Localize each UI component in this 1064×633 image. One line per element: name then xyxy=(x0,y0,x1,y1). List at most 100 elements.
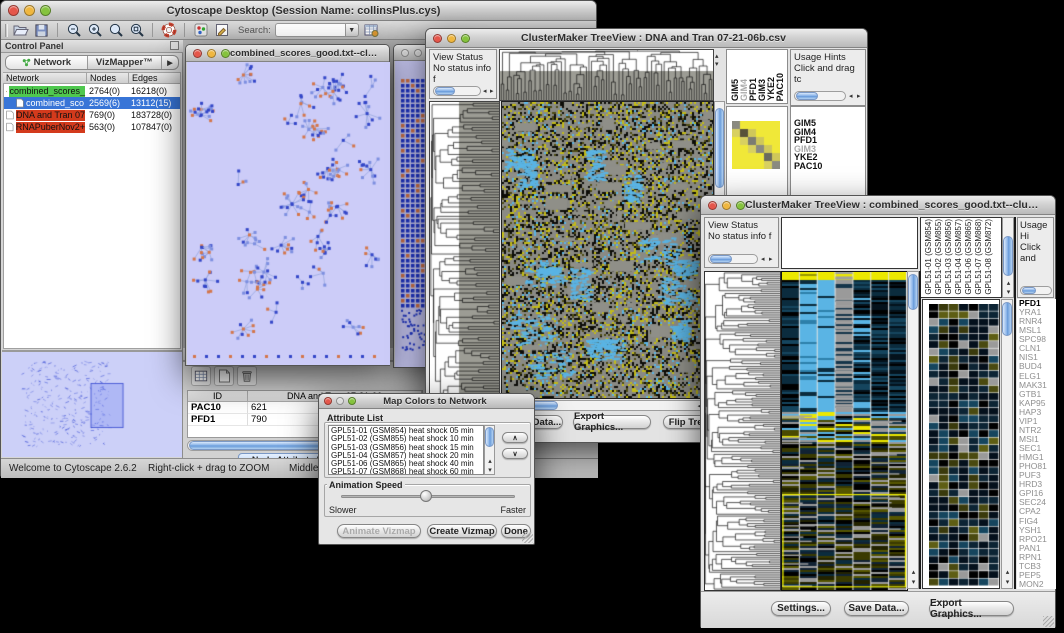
attribute-list-scrollbar[interactable]: ▴ ▾ xyxy=(484,425,495,475)
column-label[interactable]: GIM5 xyxy=(730,79,739,101)
heatmap-canvas[interactable] xyxy=(501,101,714,399)
column-label[interactable]: GPL51-07 (GSM868) xyxy=(974,219,984,295)
network-row-rnapuber[interactable]: RNAPuberNov2+ 563(0) 107847(0) xyxy=(4,121,180,133)
col-nodes[interactable]: Nodes xyxy=(87,72,129,84)
zoom-heatmap-canvas[interactable] xyxy=(929,304,999,586)
vizmap-icon[interactable] xyxy=(192,22,209,39)
zoom-button[interactable] xyxy=(348,397,356,405)
birdseye-canvas[interactable] xyxy=(2,352,180,457)
network-row-combined-scores[interactable]: combined_scores_ 2764(0) 16218(0) xyxy=(4,85,180,97)
column-label[interactable]: GPL51-08 (GSM872) xyxy=(984,219,994,295)
scroll-thumb[interactable] xyxy=(908,274,918,310)
help-lifering-icon[interactable] xyxy=(160,22,177,39)
scroll-up-arrow[interactable]: ▴ xyxy=(486,458,494,465)
scroll-right-arrow[interactable]: ▸ xyxy=(769,256,773,263)
scroll-down-arrow[interactable]: ▾ xyxy=(1003,579,1012,586)
open-file-icon[interactable] xyxy=(12,22,29,39)
close-button[interactable] xyxy=(708,201,717,210)
scroll-right-arrow[interactable]: ▸ xyxy=(857,93,861,100)
column-label[interactable]: GPL51-06 (GSM865) xyxy=(964,219,974,295)
search-input[interactable] xyxy=(275,23,345,37)
zoom-button[interactable] xyxy=(221,49,230,58)
scroll-thumb[interactable] xyxy=(1022,287,1036,294)
zoom-fit-icon[interactable] xyxy=(128,22,145,39)
zoom-vscrollbar[interactable]: ▴ ▾ xyxy=(1001,299,1013,589)
close-button[interactable] xyxy=(8,5,19,16)
scroll-up-arrow[interactable]: ▴ xyxy=(1004,280,1013,287)
network-view-canvas[interactable] xyxy=(187,62,390,365)
col-edges[interactable]: Edges xyxy=(129,72,181,84)
row-dendrogram-canvas[interactable] xyxy=(429,101,500,399)
minimize-button[interactable] xyxy=(24,5,35,16)
tab-network[interactable]: Network xyxy=(6,56,88,69)
scroll-right-arrow[interactable]: ▸ xyxy=(490,88,494,95)
view-status-scrollbar[interactable] xyxy=(433,86,481,96)
tab-vizmapper[interactable]: VizMapper™ xyxy=(88,56,162,69)
save-icon[interactable] xyxy=(33,22,50,39)
column-label[interactable]: GIM4 xyxy=(739,79,748,101)
column-label[interactable]: GPL51-03 (GSM856) xyxy=(944,219,954,295)
treeview-dna-titlebar[interactable]: ClusterMaker TreeView : DNA and Tran 07-… xyxy=(426,29,867,48)
scroll-left-arrow[interactable]: ◂ xyxy=(761,256,765,263)
treeview-combined-titlebar[interactable]: ClusterMaker TreeView : combined_scores_… xyxy=(701,196,1055,215)
column-label[interactable]: GPL51-04 (GSM857) xyxy=(954,219,964,295)
scroll-thumb[interactable] xyxy=(1002,302,1012,336)
pane-arrow-down[interactable]: ▾ xyxy=(715,61,719,68)
column-label[interactable]: GPL51-02 (GSM855) xyxy=(934,219,944,295)
minimize-button[interactable] xyxy=(447,34,456,43)
scroll-thumb[interactable] xyxy=(485,427,494,447)
gene-label[interactable]: MON2 xyxy=(1019,580,1056,589)
float-panel-icon[interactable] xyxy=(170,41,179,50)
col-network[interactable]: Network xyxy=(3,72,87,84)
settings-button[interactable]: Settings... xyxy=(771,601,831,616)
zoom-out-icon[interactable] xyxy=(65,22,82,39)
zoom-in-icon[interactable] xyxy=(86,22,103,39)
correlation-matrix-canvas[interactable] xyxy=(732,121,780,169)
new-attribute-icon[interactable] xyxy=(214,366,234,386)
resize-grip[interactable] xyxy=(522,532,533,543)
birdseye-panel[interactable] xyxy=(2,350,182,457)
scroll-thumb[interactable] xyxy=(715,108,724,188)
scroll-up-arrow[interactable]: ▴ xyxy=(909,569,918,576)
scroll-down-arrow[interactable]: ▾ xyxy=(1004,289,1013,296)
scroll-left-arrow[interactable]: ◂ xyxy=(483,88,487,95)
minimize-button[interactable] xyxy=(414,49,422,57)
heatmap-canvas[interactable] xyxy=(781,271,908,591)
scroll-thumb[interactable] xyxy=(1003,236,1013,276)
export-graphics-button[interactable]: Export Graphics... xyxy=(573,415,651,429)
view-status-scrollbar[interactable] xyxy=(708,254,758,264)
dialog-titlebar[interactable]: Map Colors to Network xyxy=(319,394,534,409)
table-import-icon[interactable] xyxy=(363,22,380,39)
network-row-combined-sco-selected[interactable]: combined_sco 2569(6) 13112(15) xyxy=(4,97,180,109)
column-label[interactable]: PFD1 xyxy=(748,78,757,101)
main-titlebar[interactable]: Cytoscape Desktop (Session Name: collins… xyxy=(1,1,596,21)
annotation-icon[interactable] xyxy=(213,22,230,39)
close-button[interactable] xyxy=(324,397,332,405)
network-view-titlebar[interactable]: combined_scores_good.txt--cluste... xyxy=(186,45,389,62)
column-label[interactable]: YKE2 xyxy=(766,77,775,101)
column-label[interactable]: PAC10 xyxy=(775,73,784,101)
move-down-button[interactable]: ∨ xyxy=(502,448,528,459)
heatmap-vscrollbar[interactable]: ▴ ▾ xyxy=(907,271,919,589)
zoom-button[interactable] xyxy=(461,34,470,43)
scroll-thumb[interactable] xyxy=(796,92,818,100)
id-column-header[interactable]: ID xyxy=(188,391,248,402)
move-up-button[interactable]: ∧ xyxy=(502,432,528,443)
scroll-thumb[interactable] xyxy=(710,255,732,263)
row-dendrogram-canvas[interactable] xyxy=(704,271,781,591)
network-row-dna-tran[interactable]: DNA and Tran 07 769(0) 183728(0) xyxy=(4,109,180,121)
scroll-down-arrow[interactable]: ▾ xyxy=(909,579,918,586)
close-button[interactable] xyxy=(193,49,202,58)
zoom-selected-icon[interactable] xyxy=(107,22,124,39)
save-data-button[interactable]: Save Data... xyxy=(844,601,909,616)
attribute-item[interactable]: GPL51-07 (GSM868) heat shock 60 min xyxy=(331,468,483,475)
delete-attribute-icon[interactable] xyxy=(237,366,257,386)
close-button[interactable] xyxy=(433,34,442,43)
usage-scrollbar[interactable] xyxy=(794,91,846,101)
pane-arrow-up[interactable]: ▴ xyxy=(715,53,719,60)
column-label[interactable]: GIM3 xyxy=(757,79,766,101)
toolbar-drag-handle[interactable] xyxy=(5,24,8,37)
export-graphics-button[interactable]: Export Graphics... xyxy=(929,601,1014,616)
scroll-left-arrow[interactable]: ◂ xyxy=(849,93,853,100)
minimize-button[interactable] xyxy=(722,201,731,210)
